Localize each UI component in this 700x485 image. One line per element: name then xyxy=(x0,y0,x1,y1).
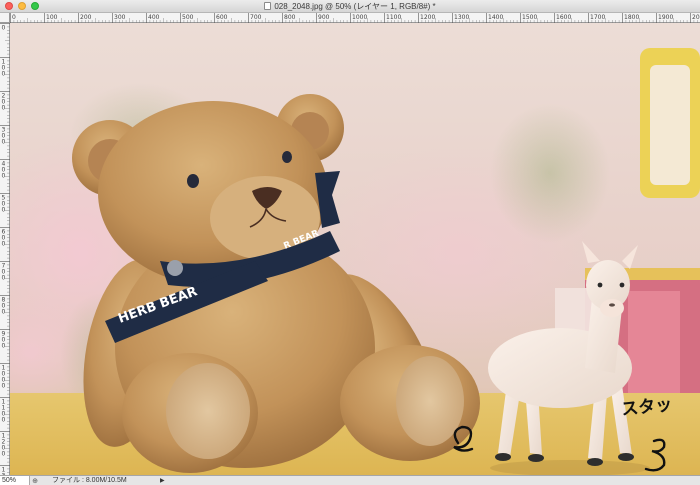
ruler-origin[interactable] xyxy=(0,13,10,23)
ruler-label: 1100 xyxy=(2,399,6,424)
window-title-group: 028_2048.jpg @ 50% (レイヤー 1, RGB/8#) * xyxy=(264,1,436,12)
ruler-label: 700 xyxy=(250,14,262,21)
status-bar: 50% ⊕ ファイル : 8.00M/10.5M ▶ xyxy=(0,475,700,485)
ruler-label: 1200 xyxy=(420,14,435,21)
window-controls xyxy=(5,2,39,10)
ruler-label: 600 xyxy=(216,14,228,21)
ruler-label: 1000 xyxy=(352,14,367,21)
document-icon xyxy=(264,2,272,10)
ruler-label: 1300 xyxy=(2,467,6,476)
ruler-label: 1100 xyxy=(386,14,401,21)
ruler-label: 1300 xyxy=(454,14,469,21)
horizontal-ruler[interactable]: 0 100 200 300 400 500 600 700 800 900 1000 1100 1200… xyxy=(10,13,700,23)
ruler-label: 1200 xyxy=(2,433,6,458)
document-size-info: ファイル : 8.00M/10.5M xyxy=(52,477,127,484)
ruler-label: 100 xyxy=(2,59,6,78)
ruler-label: 300 xyxy=(114,14,126,21)
close-window-button[interactable] xyxy=(5,2,13,10)
ruler-label: 300 xyxy=(2,127,6,146)
vertical-ruler-ticks: 0 1 0 0 2 0 0 3 0 0 4 0 0 5 0 0 6 0 0 7 0 0 8 0 0 9 0 0 1 0 0 0 1 1 0 0 1 2 0 0… xyxy=(0,23,10,475)
ruler-label: 1400 xyxy=(488,14,503,21)
ruler-label: 0 xyxy=(12,14,16,21)
ruler-label: 2000 xyxy=(692,14,700,21)
ruler-label: 400 xyxy=(148,14,160,21)
zoom-window-button[interactable] xyxy=(31,2,39,10)
vertical-ruler[interactable]: 0 100 200 300 400 500 600 700 800 900 1000 1100 1200… xyxy=(0,23,10,475)
ruler-label: 1500 xyxy=(522,14,537,21)
zoom-level-field[interactable]: 50% xyxy=(0,476,30,485)
horizontal-ruler-ticks: 0 100 200 300 400 500 600 700 800 900 1000 1100 1200… xyxy=(10,13,700,23)
ruler-label: 1900 xyxy=(658,14,673,21)
minimize-window-button[interactable] xyxy=(18,2,26,10)
ruler-label: 200 xyxy=(2,93,6,112)
ruler-label: 0 xyxy=(2,25,6,32)
ruler-label: 1000 xyxy=(2,365,6,390)
window-title: 028_2048.jpg @ 50% (レイヤー 1, RGB/8#) * xyxy=(274,1,436,11)
document-canvas[interactable]: HERB BEAR R BEAR スタッ xyxy=(10,23,700,475)
ruler-label: 1600 xyxy=(556,14,571,21)
triangle-right-icon[interactable]: ▶ xyxy=(160,477,165,484)
ruler-label: 600 xyxy=(2,229,6,248)
ruler-label: 100 xyxy=(46,14,58,21)
ruler-label: 200 xyxy=(80,14,92,21)
ruler-label: 400 xyxy=(2,161,6,180)
ruler-label: 800 xyxy=(284,14,296,21)
ruler-label: 1800 xyxy=(624,14,639,21)
ruler-label: 500 xyxy=(182,14,194,21)
share-icon[interactable]: ⊕ xyxy=(30,476,40,485)
ruler-label: 500 xyxy=(2,195,6,214)
photo-image: HERB BEAR R BEAR スタッ xyxy=(10,23,700,475)
ruler-label: 700 xyxy=(2,263,6,282)
ruler-label: 800 xyxy=(2,297,6,316)
ruler-label: 900 xyxy=(2,331,6,350)
ruler-label: 900 xyxy=(318,14,330,21)
ruler-label: 1700 xyxy=(590,14,605,21)
window-titlebar: 028_2048.jpg @ 50% (レイヤー 1, RGB/8#) * xyxy=(0,0,700,13)
